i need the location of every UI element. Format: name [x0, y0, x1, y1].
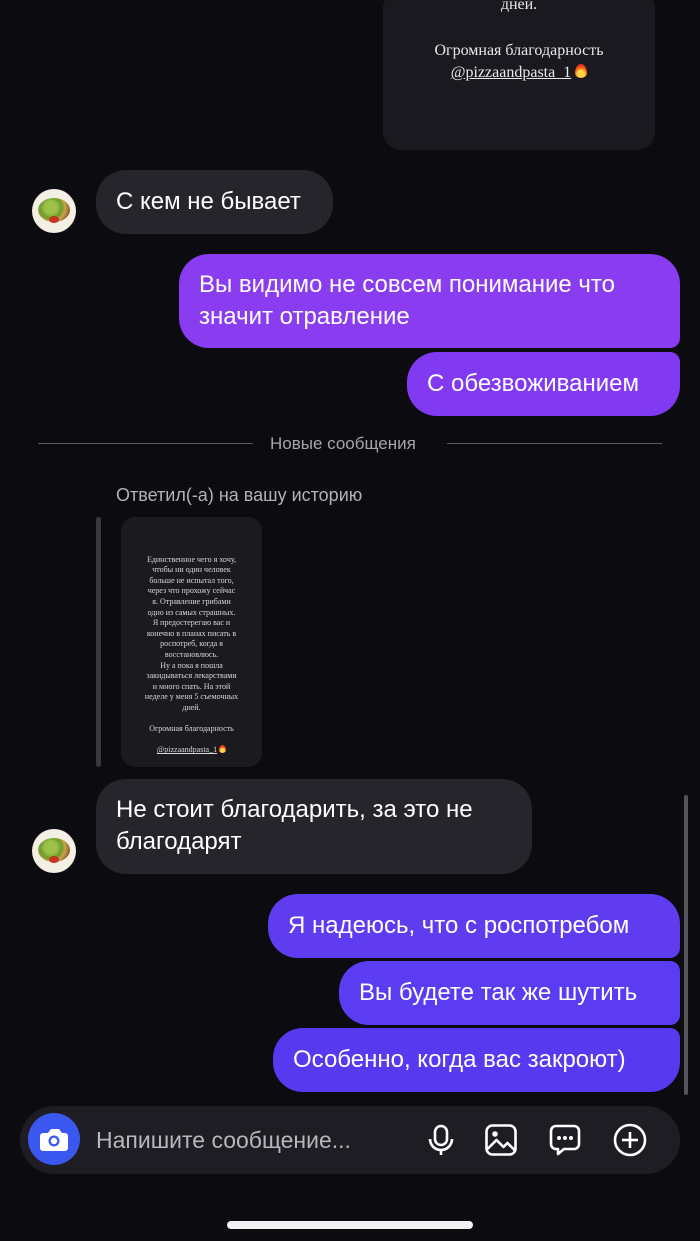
incoming-message-bubble[interactable]: С кем не бывает	[96, 170, 333, 234]
contact-avatar[interactable]	[32, 189, 76, 233]
story-thumbnail[interactable]: Единственное чего я хочу, чтобы ни один …	[121, 517, 262, 767]
home-indicator[interactable]	[227, 1221, 473, 1229]
camera-icon	[40, 1129, 68, 1151]
sticker-icon[interactable]	[548, 1123, 582, 1157]
message-input[interactable]: Напишите сообщение...	[96, 1127, 351, 1154]
message-text: Особенно, когда вас закроют)	[293, 1046, 626, 1073]
camera-button[interactable]	[28, 1113, 80, 1165]
divider-line	[38, 443, 253, 444]
story-thumbnail-text: Единственное чего я хочу, чтобы ни один …	[144, 554, 239, 734]
gallery-icon[interactable]	[484, 1123, 518, 1157]
shared-story-card[interactable]: дней. Огромная благодарность @pizzaandpa…	[383, 0, 655, 150]
message-text: С обезвоживанием	[427, 370, 640, 397]
outgoing-message-bubble[interactable]: Вы видимо не совсем понимание что значит…	[179, 254, 680, 348]
message-text: Вы видимо не совсем понимание что значит…	[199, 271, 615, 330]
message-text-line: Не стоит благодарить, за это не	[116, 796, 473, 823]
message-text-line: благодарят	[116, 828, 242, 855]
message-text: С кем не бывает	[116, 188, 301, 215]
outgoing-message-bubble[interactable]: Особенно, когда вас закроют)	[273, 1028, 680, 1092]
incoming-message-bubble[interactable]: Не стоит благодарить, за это не благодар…	[96, 779, 532, 874]
story-card-text-line: Огромная благодарность	[434, 42, 604, 59]
story-reply-label: Ответил(-а) на вашу историю	[116, 485, 363, 505]
microphone-icon[interactable]	[424, 1123, 458, 1157]
fire-emoji-icon	[575, 64, 588, 78]
contact-avatar[interactable]	[32, 829, 76, 873]
story-thumbnail-mention: @pizzaandpasta_1	[156, 745, 218, 755]
story-card-mention[interactable]: @pizzaandpasta_1	[451, 64, 571, 81]
reply-quote-bar	[96, 517, 101, 767]
story-card-text-line: дней.	[500, 0, 538, 13]
scrollbar[interactable]	[684, 795, 688, 1095]
outgoing-message-bubble[interactable]: Вы будете так же шутить	[339, 961, 680, 1025]
message-text: Я надеюсь, что с роспотребом	[288, 912, 630, 939]
new-messages-divider-label: Новые сообщения	[270, 434, 416, 453]
outgoing-message-bubble[interactable]: Я надеюсь, что с роспотребом	[268, 894, 680, 958]
divider-line	[447, 443, 662, 444]
fire-emoji-icon	[219, 745, 227, 754]
message-text: Вы будете так же шутить	[359, 979, 638, 1006]
outgoing-message-bubble[interactable]: С обезвоживанием	[407, 352, 680, 416]
plus-icon[interactable]	[613, 1123, 647, 1157]
